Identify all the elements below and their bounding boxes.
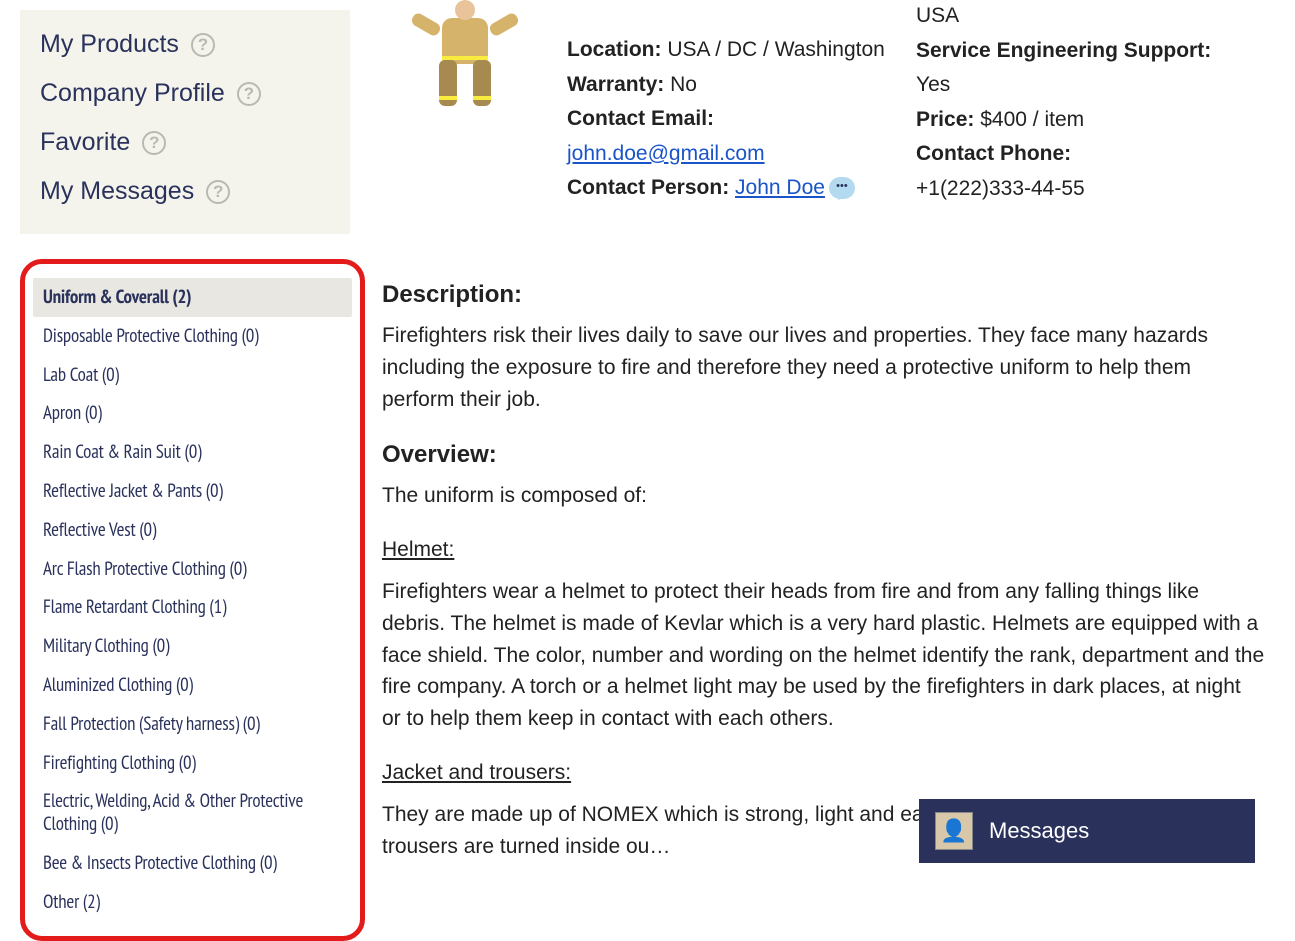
help-icon[interactable]: ? bbox=[206, 180, 230, 204]
category-item[interactable]: Fall Protection (Safety harness) (0) bbox=[33, 705, 352, 744]
category-item[interactable]: Reflective Vest (0) bbox=[33, 511, 352, 550]
messages-widget-label: Messages bbox=[989, 818, 1089, 844]
price-value: $400 / item bbox=[980, 108, 1084, 131]
description-intro: Firefighters risk their lives daily to s… bbox=[382, 320, 1265, 416]
messages-widget[interactable]: 👤 Messages bbox=[919, 799, 1255, 863]
service-support-value: Yes bbox=[916, 73, 950, 96]
category-item[interactable]: Uniform & Coverall (2) bbox=[33, 278, 352, 317]
manufactured-value: USA bbox=[916, 4, 959, 27]
helmet-text: Firefighters wear a helmet to protect th… bbox=[382, 576, 1265, 736]
nav-label: My Products bbox=[40, 30, 179, 59]
category-item[interactable]: Apron (0) bbox=[33, 394, 352, 433]
location-label: Location: bbox=[567, 38, 662, 61]
helmet-heading: Helmet: bbox=[382, 534, 454, 566]
category-item[interactable]: Disposable Protective Clothing (0) bbox=[33, 317, 352, 356]
contact-email-label: Contact Email: bbox=[567, 107, 714, 130]
nav-my-products[interactable]: My Products ? bbox=[40, 20, 330, 69]
service-support-label: Service Engineering Support: bbox=[916, 39, 1211, 62]
location-value: USA / DC / Washington bbox=[667, 38, 884, 61]
nav-label: My Messages bbox=[40, 177, 194, 206]
contact-email-link[interactable]: john.doe@gmail.com bbox=[567, 142, 765, 165]
contact-person-label: Contact Person: bbox=[567, 172, 729, 205]
jacket-heading: Jacket and trousers: bbox=[382, 757, 571, 789]
firefighter-figure-icon bbox=[405, 0, 525, 116]
category-item[interactable]: Other (2) bbox=[33, 883, 352, 922]
product-summary: Location: USA / DC / Washington Warranty… bbox=[382, 0, 1265, 207]
detail-col-left: Location: USA / DC / Washington Warranty… bbox=[567, 0, 916, 207]
category-item[interactable]: Lab Coat (0) bbox=[33, 356, 352, 395]
price-label: Price: bbox=[916, 108, 974, 131]
nav-label: Favorite bbox=[40, 128, 130, 157]
description-heading: Description: bbox=[382, 277, 1265, 313]
category-item[interactable]: Bee & Insects Protective Clothing (0) bbox=[33, 844, 352, 883]
overview-heading: Overview: bbox=[382, 437, 1265, 473]
help-icon[interactable]: ? bbox=[191, 33, 215, 57]
avatar-icon: 👤 bbox=[935, 812, 973, 850]
product-image bbox=[382, 0, 547, 116]
category-item[interactable]: Reflective Jacket & Pants (0) bbox=[33, 472, 352, 511]
help-icon[interactable]: ? bbox=[237, 82, 261, 106]
category-item[interactable]: Firefighting Clothing (0) bbox=[33, 744, 352, 783]
nav-my-messages[interactable]: My Messages ? bbox=[40, 167, 330, 216]
nav-company-profile[interactable]: Company Profile ? bbox=[40, 69, 330, 118]
category-item[interactable]: Electric, Welding, Acid & Other Protecti… bbox=[33, 782, 352, 844]
category-item[interactable]: Rain Coat & Rain Suit (0) bbox=[33, 433, 352, 472]
user-nav-box: My Products ? Company Profile ? Favorite… bbox=[20, 10, 350, 234]
help-icon[interactable]: ? bbox=[142, 131, 166, 155]
nav-favorite[interactable]: Favorite ? bbox=[40, 118, 330, 167]
warranty-value: No bbox=[670, 73, 697, 96]
contact-phone-label: Contact Phone: bbox=[916, 142, 1071, 165]
warranty-label: Warranty: bbox=[567, 73, 664, 96]
category-item[interactable]: Military Clothing (0) bbox=[33, 627, 352, 666]
nav-label: Company Profile bbox=[40, 79, 225, 108]
category-filter-box: Uniform & Coverall (2)Disposable Protect… bbox=[20, 259, 365, 941]
contact-person-link[interactable]: John Doe bbox=[735, 172, 825, 205]
detail-col-right: USA Service Engineering Support: Yes Pri… bbox=[916, 0, 1265, 207]
overview-intro: The uniform is composed of: bbox=[382, 480, 1265, 512]
category-item[interactable]: Arc Flash Protective Clothing (0) bbox=[33, 550, 352, 589]
contact-phone-value: +1(222)333-44-55 bbox=[916, 177, 1085, 200]
chat-bubble-icon[interactable]: ••• bbox=[829, 177, 855, 199]
category-item[interactable]: Flame Retardant Clothing (1) bbox=[33, 588, 352, 627]
category-item[interactable]: Aluminized Clothing (0) bbox=[33, 666, 352, 705]
product-description: Description: Firefighters risk their liv… bbox=[382, 277, 1265, 863]
